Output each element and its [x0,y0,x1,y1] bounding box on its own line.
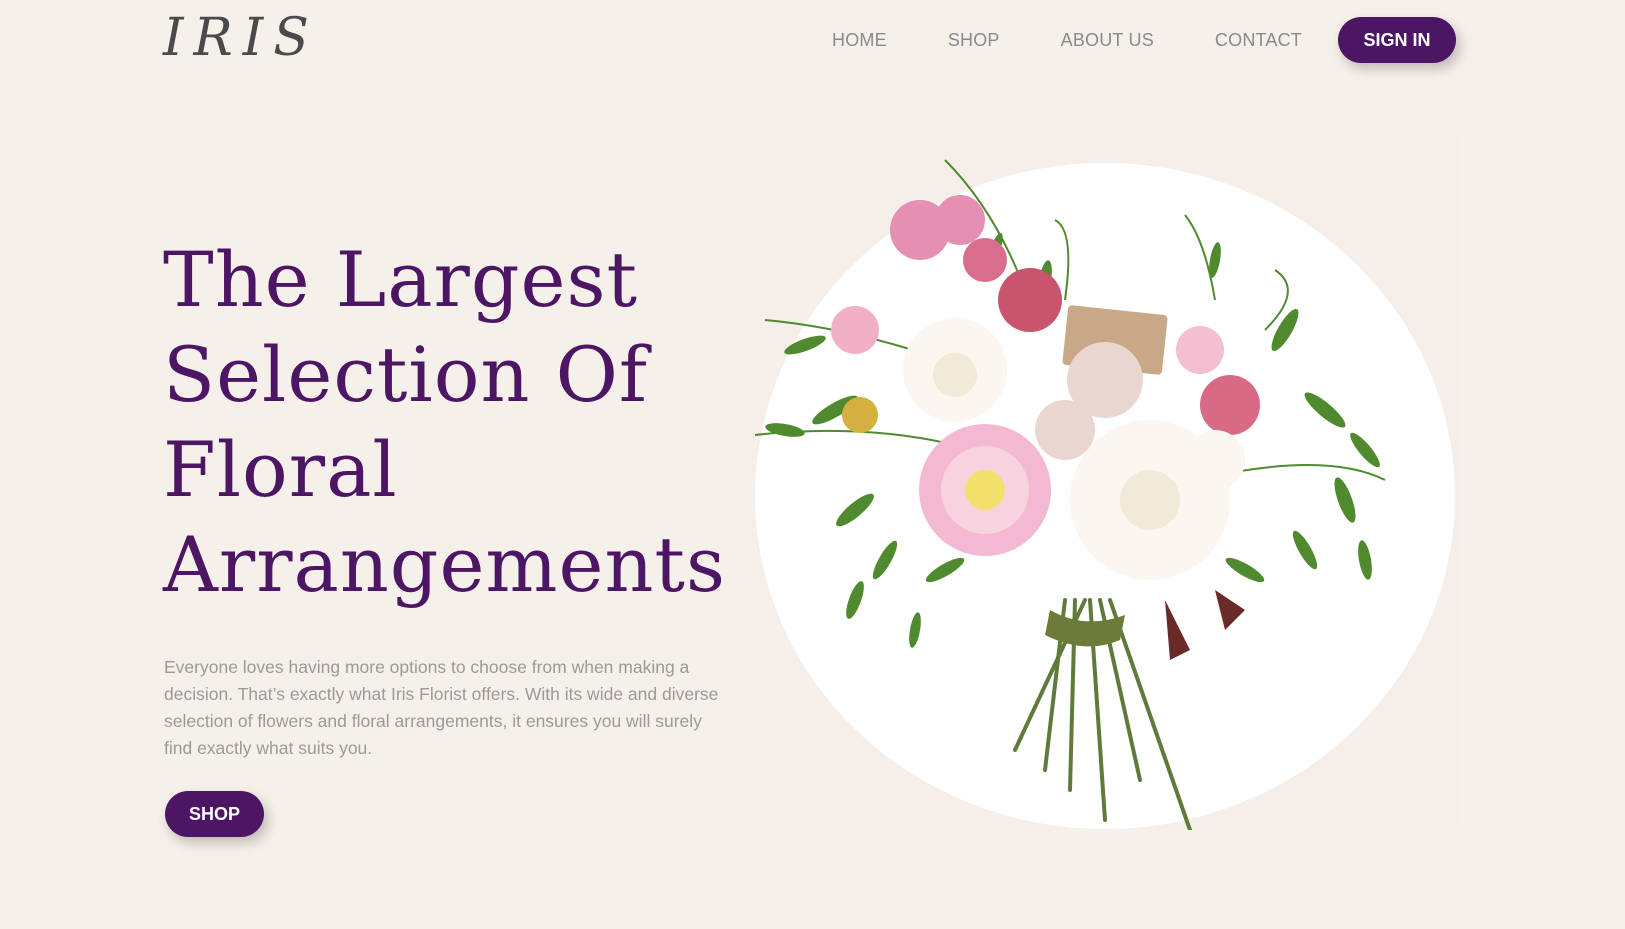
headline-line: The Largest [163,235,639,324]
hero-description: Everyone loves having more options to ch… [164,657,719,758]
page: IRIS HOME SHOP ABOUT US CONTACT SIGN IN … [0,0,1625,929]
headline-line: Arrangements [163,520,726,609]
headline-line: Floral [163,425,398,514]
sign-in-button[interactable]: SIGN IN [1337,17,1456,63]
bouquet-illustration [754,159,1386,830]
nav-shop-link[interactable]: SHOP [948,30,1000,51]
headline-line: Selection Of [163,330,649,419]
main-nav: HOME SHOP ABOUT US CONTACT SIGN IN [832,17,1456,63]
nav-about-link[interactable]: ABOUT US [1061,30,1154,51]
nav-contact-link[interactable]: CONTACT [1215,30,1302,51]
hero-headline: The Largest Selection Of Floral Arrangem… [163,232,726,612]
logo[interactable]: IRIS [163,8,319,68]
nav-home-link[interactable]: HOME [832,30,887,51]
hero-image [745,130,1460,830]
shop-button[interactable]: SHOP [165,791,264,837]
